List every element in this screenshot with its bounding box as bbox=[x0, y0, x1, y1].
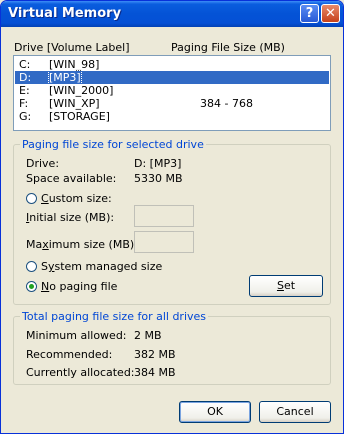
custom-size-label[interactable]: Custom size: bbox=[41, 192, 112, 205]
drive-label: [STORAGE] bbox=[49, 110, 110, 123]
drive-label: Drive: bbox=[26, 157, 60, 170]
ok-button[interactable]: OK bbox=[179, 401, 251, 423]
drive-paging-size: 384 - 768 bbox=[200, 97, 253, 110]
system-managed-label[interactable]: System managed size bbox=[41, 260, 162, 273]
radio-selected-dot bbox=[29, 284, 34, 289]
drive-row-g[interactable]: G: [STORAGE] bbox=[15, 110, 329, 123]
drive-letter: C: bbox=[19, 58, 31, 71]
recommended-label: Recommended: bbox=[26, 348, 113, 361]
minimum-allowed-value: 2 MB bbox=[134, 329, 162, 342]
no-paging-file-radio[interactable] bbox=[26, 281, 37, 292]
maximum-size-field[interactable] bbox=[134, 231, 194, 253]
custom-size-radio[interactable] bbox=[26, 193, 37, 204]
drive-row-d[interactable]: D: [MP3] bbox=[15, 70, 329, 85]
drive-row-f[interactable]: F: [WIN_XP] 384 - 768 bbox=[15, 97, 329, 110]
currently-allocated-label: Currently allocated: bbox=[26, 366, 135, 379]
drive-label: [WIN_XP] bbox=[49, 97, 100, 110]
initial-size-label: Initial size (MB): bbox=[26, 211, 115, 224]
paging-size-column-header: Paging File Size (MB) bbox=[171, 41, 285, 54]
drive-letter: E: bbox=[19, 84, 30, 97]
minimum-allowed-label: Minimum allowed: bbox=[26, 329, 127, 342]
maximum-size-label: Maximum size (MB): bbox=[26, 238, 138, 251]
drive-row-e[interactable]: E: [WIN_2000] bbox=[15, 84, 329, 97]
drive-label: [WIN_98] bbox=[49, 58, 100, 71]
window-title: Virtual Memory bbox=[8, 6, 122, 21]
set-button[interactable]: Set bbox=[249, 275, 323, 297]
title-bar[interactable]: Virtual Memory ? ✕ bbox=[1, 1, 343, 27]
drive-row-c[interactable]: C: [WIN_98] bbox=[15, 58, 329, 71]
drive-column-header: Drive [Volume Label] bbox=[14, 41, 130, 54]
space-available-value: 5330 MB bbox=[134, 172, 183, 185]
recommended-value: 382 MB bbox=[134, 348, 176, 361]
drive-letter: D: bbox=[19, 71, 32, 84]
question-mark-icon: ? bbox=[305, 6, 314, 21]
virtual-memory-dialog: Virtual Memory ? ✕ Drive [Volume Label] … bbox=[0, 0, 344, 434]
drive-label: [MP3] bbox=[48, 70, 82, 85]
space-available-label: Space available: bbox=[26, 172, 117, 185]
close-icon: ✕ bbox=[325, 6, 336, 21]
help-button[interactable]: ? bbox=[300, 4, 319, 23]
system-managed-radio[interactable] bbox=[26, 261, 37, 272]
totals-legend: Total paging file size for all drives bbox=[20, 310, 209, 323]
close-button[interactable]: ✕ bbox=[321, 4, 340, 23]
drive-label: [WIN_2000] bbox=[49, 84, 114, 97]
initial-size-field[interactable] bbox=[134, 205, 194, 227]
currently-allocated-value: 384 MB bbox=[134, 366, 176, 379]
selected-drive-legend: Paging file size for selected drive bbox=[20, 138, 206, 151]
drive-letter: F: bbox=[19, 97, 29, 110]
no-paging-file-label[interactable]: No paging file bbox=[41, 280, 117, 293]
drive-list[interactable]: C: [WIN_98] D: [MP3] E: [WIN_2000] F: [W… bbox=[13, 55, 331, 131]
drive-letter: G: bbox=[19, 110, 32, 123]
cancel-button[interactable]: Cancel bbox=[259, 401, 331, 423]
drive-value: D: [MP3] bbox=[134, 157, 182, 170]
